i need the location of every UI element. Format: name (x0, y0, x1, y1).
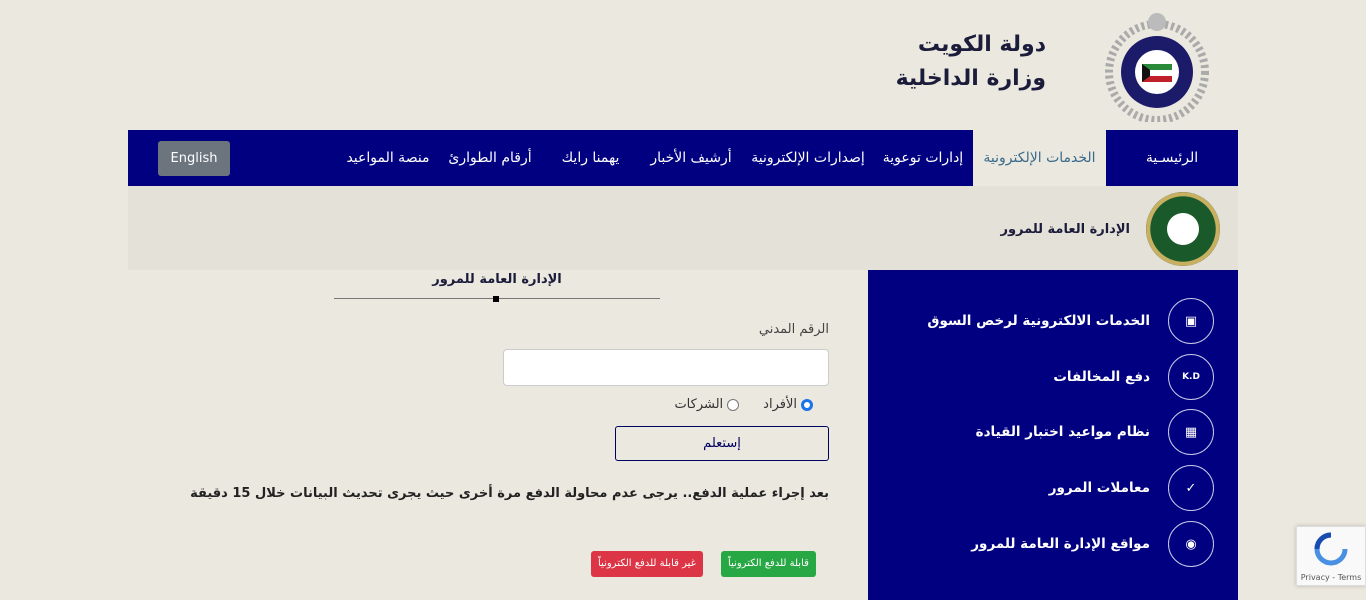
section-band: الإدارة العامة للمرور (128, 186, 1238, 270)
radio-companies[interactable]: الشركات (674, 397, 740, 412)
sidebar: ▣ الخدمات الالكترونية لرخص السوق K.D دفع ا… (868, 270, 1238, 600)
payable-badge: قابلة للدفع الكترونياً (721, 551, 816, 577)
sidebar-item-licenses[interactable]: ▣ الخدمات الالكترونية لرخص السوق (927, 298, 1214, 344)
main-nav: الرئيسـية الخدمات الإلكترونية إدارات توع… (128, 130, 1238, 186)
radio-individuals[interactable]: الأفراد (763, 397, 813, 412)
sidebar-item-driving-test[interactable]: ▦ نظام مواعيد اختبار القيادة (976, 409, 1214, 455)
clipboard-check-icon: ✓ (1168, 465, 1214, 511)
sidebar-item-locations[interactable]: ◉ مواقع الإدارة العامة للمرور (971, 521, 1214, 567)
radio-button[interactable] (727, 398, 740, 411)
sidebar-item-label: معاملات المرور (1048, 480, 1150, 496)
recaptcha-links[interactable]: Privacy - Terms (1297, 573, 1365, 582)
calendar-icon: ▦ (1168, 409, 1214, 455)
kd-card-icon: K.D (1168, 354, 1214, 400)
nav-home[interactable]: الرئيسـية (1106, 130, 1238, 186)
radio-label: الشركات (674, 397, 724, 412)
nav-emergency[interactable]: أرقام الطوارئ (440, 130, 540, 186)
sidebar-item-label: الخدمات الالكترونية لرخص السوق (927, 313, 1150, 329)
recaptcha-icon (1314, 532, 1348, 566)
nav-news-archive[interactable]: أرشيف الأخبار (641, 130, 741, 186)
nav-feedback[interactable]: يهمنا رايك (548, 130, 633, 186)
location-pin-icon: ◉ (1168, 521, 1214, 567)
nav-appointments[interactable]: منصة المواعيد (342, 130, 434, 186)
english-button[interactable]: English (158, 141, 230, 176)
payment-note: بعد إجراء عملية الدفع.. يرجى عدم محاولة … (190, 486, 829, 501)
state-title: دولة الكويت (917, 32, 1046, 57)
sidebar-item-label: دفع المخالفات (1053, 369, 1150, 385)
not-payable-badge: غير قابلة للدفع الكترونياً (591, 551, 703, 577)
radio-button-checked[interactable] (801, 398, 813, 411)
sidebar-item-label: مواقع الإدارة العامة للمرور (971, 536, 1150, 552)
nav-e-services[interactable]: الخدمات الإلكترونية (973, 130, 1106, 186)
type-radio-group: الأفراد الشركات (674, 397, 813, 412)
civil-id-input[interactable] (503, 349, 829, 386)
sidebar-item-label: نظام مواعيد اختبار القيادة (975, 424, 1150, 440)
kuwait-police-logo (1104, 10, 1210, 124)
nav-publications[interactable]: إصدارات الإلكترونية (746, 130, 870, 186)
section-title: الإدارة العامة للمرور (1000, 222, 1130, 237)
sidebar-item-transactions[interactable]: ✓ معاملات المرور (1049, 465, 1214, 511)
form-title: الإدارة العامة للمرور (432, 272, 562, 287)
civil-id-label: الرقم المدني (758, 322, 829, 337)
divider-dot (493, 296, 499, 302)
recaptcha-badge[interactable]: Privacy - Terms (1296, 526, 1366, 586)
license-card-icon: ▣ (1168, 298, 1214, 344)
ministry-title: وزارة الداخلية (895, 66, 1046, 91)
nav-awareness[interactable]: إدارات توعوية (878, 130, 968, 186)
traffic-department-logo (1146, 192, 1220, 266)
radio-label: الأفراد (763, 397, 797, 412)
sidebar-item-pay-fines[interactable]: K.D دفع المخالفات (1053, 354, 1214, 400)
inquire-button[interactable]: إستعلم (615, 426, 829, 461)
